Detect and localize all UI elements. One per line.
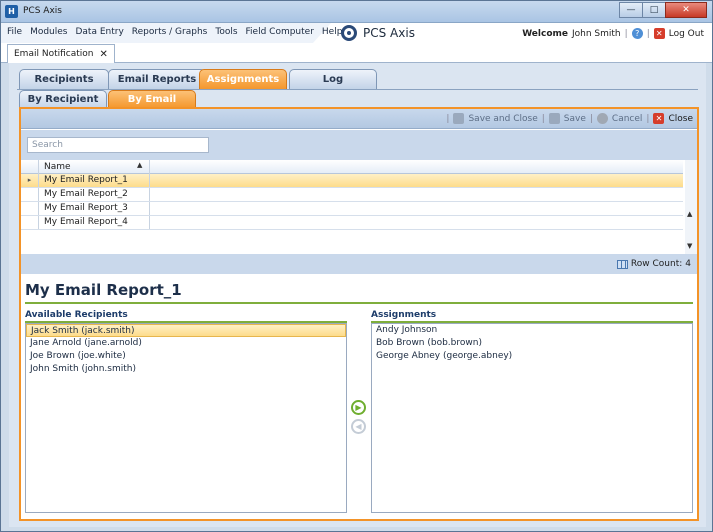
grid-icon — [616, 259, 628, 269]
row-count-bar: Row Count: 4 — [21, 254, 697, 274]
cancel-icon — [596, 113, 608, 124]
sort-ascending-icon: ▲ — [137, 161, 143, 169]
tab-email-reports[interactable]: Email Reports — [108, 69, 206, 89]
tab-by-recipient[interactable]: By Recipient — [19, 90, 107, 108]
table-row[interactable]: My Email Report_2 — [21, 188, 683, 202]
menu-item-reports-graphs[interactable]: Reports / Graphs — [132, 27, 208, 37]
brand-logo-icon — [341, 25, 357, 41]
list-item[interactable]: John Smith (john.smith) — [26, 363, 346, 376]
list-item[interactable]: Jack Smith (jack.smith) — [26, 324, 346, 337]
menu-bar: File Modules Data Entry Reports / Graphs Too… — [1, 23, 712, 43]
assignments-list: Andy Johnson Bob Brown (bob.brown) Georg… — [371, 323, 693, 513]
list-item[interactable]: Andy Johnson — [372, 324, 692, 337]
tab-by-email-report[interactable]: By Email Report — [108, 90, 196, 122]
content-area: Recipients Email Reports Assignments Log… — [9, 63, 706, 527]
list-item[interactable]: George Abney (george.abney) — [372, 350, 692, 363]
menu-item-file[interactable]: File — [7, 27, 22, 37]
tab-log[interactable]: Log — [289, 69, 377, 89]
table-row[interactable]: My Email Report_3 — [21, 202, 683, 216]
menu-item-help[interactable]: Help — [322, 27, 343, 37]
menu-item-modules[interactable]: Modules — [30, 27, 67, 37]
close-icon: ✕ — [653, 113, 665, 124]
menu-item-field-computer[interactable]: Field Computer — [246, 27, 314, 37]
minimize-button[interactable]: — — [619, 2, 643, 18]
list-item[interactable]: Joe Brown (joe.white) — [26, 350, 346, 363]
app-window: H PCS Axis — □ ✕ File Modules Data Entry Re… — [0, 0, 713, 532]
grid-scrollbar[interactable]: ▲ ▼ — [685, 160, 697, 254]
document-tab-bar: Email Notification ✕ — [1, 43, 712, 63]
page-title: My Email Report_1 — [25, 281, 182, 299]
search-input[interactable]: Search — [27, 137, 209, 153]
scroll-up-icon[interactable]: ▲ — [687, 210, 692, 218]
welcome-label: Welcome — [522, 28, 568, 39]
cancel-button[interactable]: Cancel — [612, 114, 643, 124]
tab-label: Email Notification — [14, 49, 94, 59]
grid-header: Name ▲ — [21, 160, 683, 174]
name-column-header[interactable]: Name — [40, 160, 150, 174]
menu-items: File Modules Data Entry Reports / Graphs Too… — [7, 27, 342, 37]
tab-recipients[interactable]: Recipients — [19, 69, 109, 89]
assignments-panel: | Save and Close | Save | Cancel | ✕ Clo… — [19, 107, 699, 521]
add-assignment-button[interactable]: ▶ — [351, 400, 366, 415]
available-recipients-label: Available Recipients — [25, 310, 128, 320]
logout-icon[interactable]: ✕ — [653, 28, 665, 39]
tab-assignments[interactable]: Assignments — [199, 69, 287, 89]
row-indicator-icon: ▸ — [21, 174, 39, 187]
menu-item-tools[interactable]: Tools — [215, 27, 237, 37]
window-controls: — □ ✕ — [619, 2, 707, 18]
list-item[interactable]: Jane Arnold (jane.arnold) — [26, 337, 346, 350]
toolbar: | Save and Close | Save | Cancel | ✕ Clo… — [21, 109, 697, 129]
save-button[interactable]: Save — [564, 114, 586, 124]
user-area: Welcome John Smith | ? | ✕ Log Out — [522, 28, 704, 39]
list-item[interactable]: Bob Brown (bob.brown) — [372, 337, 692, 350]
close-button[interactable]: Close — [668, 114, 693, 124]
table-row[interactable]: ▸ My Email Report_1 — [21, 174, 683, 188]
available-recipients-list: Jack Smith (jack.smith) Jane Arnold (jan… — [25, 323, 347, 513]
brand-name: PCS Axis — [363, 26, 415, 40]
menu-item-data-entry[interactable]: Data Entry — [75, 27, 123, 37]
app-logo-icon: H — [5, 5, 18, 18]
user-name: John Smith — [571, 28, 621, 39]
email-report-grid: Name ▲ ▸ My Email Report_1 My Email Repo… — [21, 160, 697, 254]
scroll-down-icon[interactable]: ▼ — [687, 242, 692, 250]
window-title: PCS Axis — [23, 6, 62, 16]
tab-email-notification[interactable]: Email Notification ✕ — [7, 44, 115, 63]
table-row[interactable]: My Email Report_4 — [21, 216, 683, 230]
assignments-label: Assignments — [371, 310, 437, 320]
title-bar: H PCS Axis — □ ✕ — [1, 1, 712, 23]
remove-assignment-button[interactable]: ◀ — [351, 419, 366, 434]
logout-link[interactable]: Log Out — [669, 29, 704, 39]
save-icon — [548, 113, 560, 124]
help-icon[interactable]: ? — [631, 28, 643, 39]
save-and-close-button[interactable]: Save and Close — [468, 114, 537, 124]
row-count-label: Row Count: — [630, 259, 683, 269]
row-count-value: 4 — [685, 259, 691, 269]
maximize-button[interactable]: □ — [642, 2, 666, 18]
save-and-close-icon — [453, 113, 465, 124]
search-bar: Search — [21, 130, 697, 160]
close-window-button[interactable]: ✕ — [665, 2, 707, 18]
brand: PCS Axis — [341, 25, 415, 41]
close-tab-icon[interactable]: ✕ — [99, 49, 107, 60]
